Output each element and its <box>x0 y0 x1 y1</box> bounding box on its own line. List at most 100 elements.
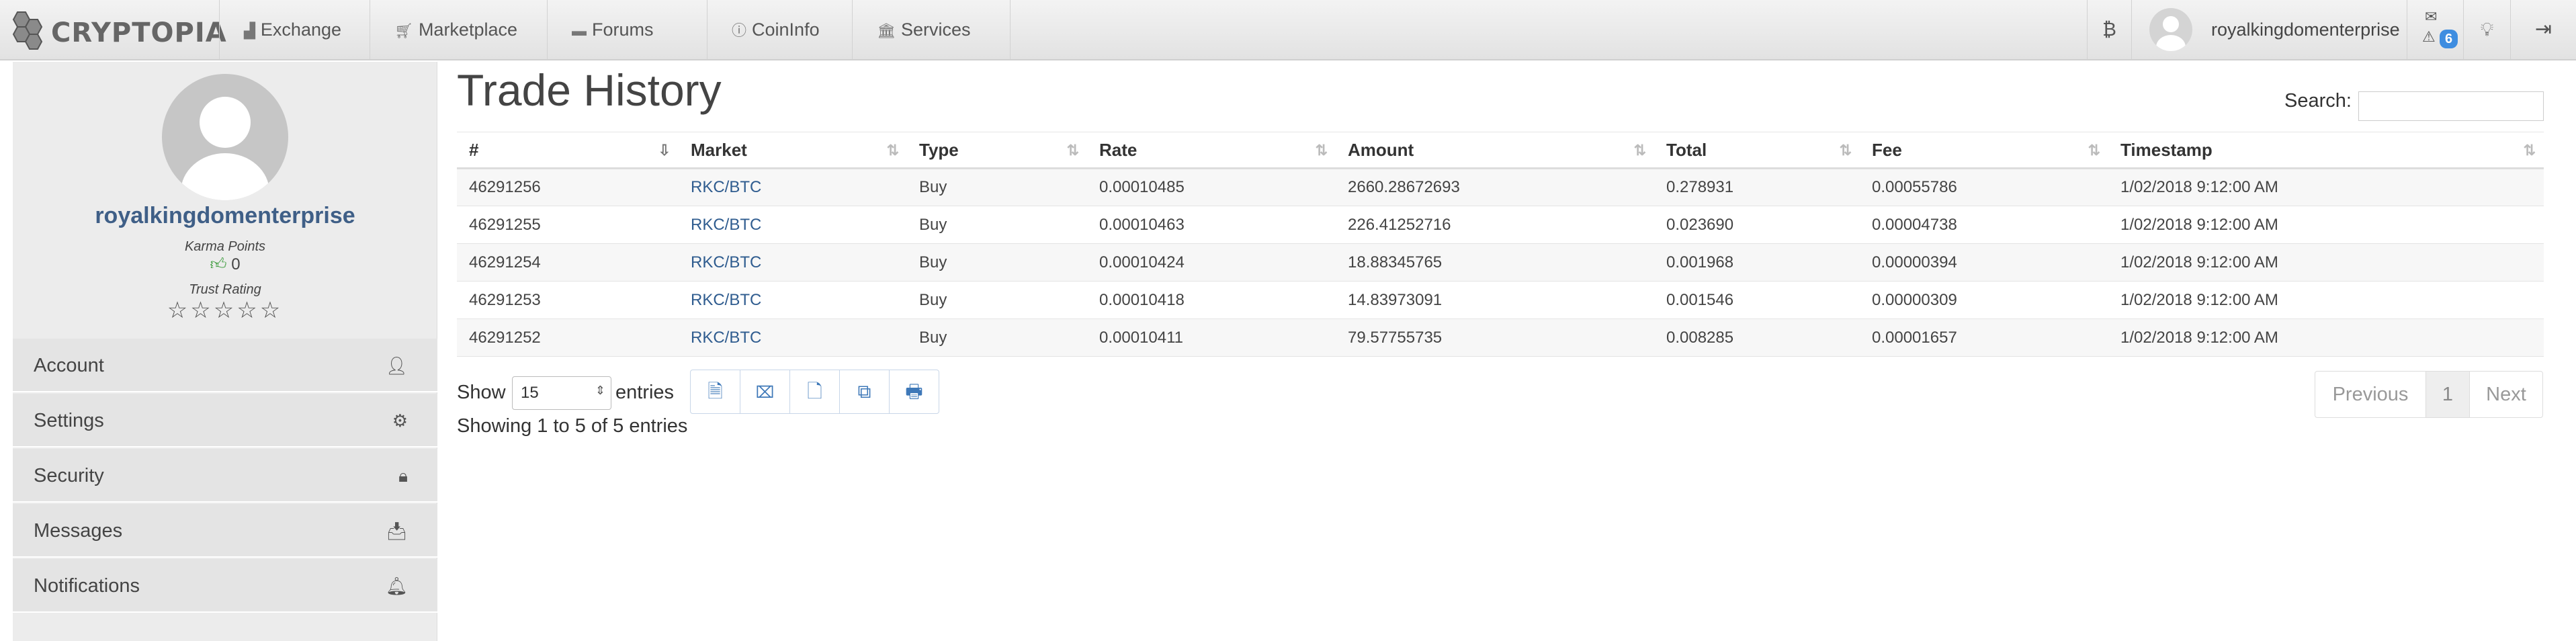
copy-button[interactable]: ⧉ <box>839 370 890 414</box>
cryptopia-logo[interactable]: CRYPTOPIA <box>4 7 226 54</box>
cell-timestamp: 1/02/2018 9:12:00 AM <box>2108 168 2544 206</box>
show-label: Show <box>457 382 506 403</box>
page-size-value: 15 <box>521 384 539 402</box>
cart-icon: 🛒︎ <box>394 22 413 39</box>
cell-amount: 14.83973091 <box>1336 281 1654 319</box>
cell-type: Buy <box>907 206 1087 244</box>
cell-fee: 0.00004738 <box>1860 206 2108 244</box>
cell-rate: 0.00010424 <box>1087 243 1336 282</box>
cell-id: 46291253 <box>457 281 679 319</box>
sort-icon: ⇅ <box>2523 142 2536 159</box>
page-1-button[interactable]: 1 <box>2425 371 2470 418</box>
cell-timestamp: 1/02/2018 9:12:00 AM <box>2108 318 2544 357</box>
cell-market-link[interactable]: RKC/BTC <box>679 168 907 206</box>
column-header-type[interactable]: Type ⇅ <box>907 132 1087 169</box>
cell-rate: 0.00010463 <box>1087 206 1336 244</box>
cell-market-link[interactable]: RKC/BTC <box>679 318 907 357</box>
nav-forums[interactable]: ▬ Forums <box>547 0 707 59</box>
table-row: 46291253 RKC/BTC Buy 0.00010418 14.83973… <box>457 281 2544 319</box>
sidebar-item-account[interactable]: Account 👤︎ <box>13 339 437 392</box>
nav-coininfo-label: CoinInfo <box>752 19 820 40</box>
previous-page-button[interactable]: Previous <box>2315 371 2426 418</box>
export-excel-button[interactable]: ⌧ <box>740 370 790 414</box>
nav-services[interactable]: 🏛︎ Services <box>852 0 1011 59</box>
thumbs-up-icon: 👍︎ <box>210 255 227 273</box>
profile-avatar <box>162 74 288 200</box>
default-avatar-icon <box>181 97 269 200</box>
table-row: 46291256 RKC/BTC Buy 0.00010485 2660.286… <box>457 168 2544 206</box>
cell-fee: 0.00001657 <box>1860 318 2108 357</box>
user-menu[interactable]: royalkingdomenterprise <box>2131 0 2407 59</box>
cell-total: 0.001968 <box>1654 243 1860 282</box>
sidebar-item-label: Messages <box>34 520 123 542</box>
envelope-icon: ✉ <box>2425 8 2438 25</box>
nav-forums-label: Forums <box>592 19 654 40</box>
entries-label: entries <box>615 382 675 403</box>
notifications-menu[interactable]: ✉ ⚠ 6 <box>2407 0 2463 59</box>
nav-exchange-label: Exchange <box>260 19 342 40</box>
column-header-total[interactable]: Total ⇅ <box>1654 132 1860 169</box>
cell-type: Buy <box>907 243 1087 282</box>
print-button[interactable]: 🖶︎ <box>889 370 939 414</box>
lightbulb-icon[interactable]: 💡︎ <box>2463 0 2510 59</box>
nav-services-label: Services <box>900 19 971 40</box>
cell-total: 0.278931 <box>1654 168 1860 206</box>
nav-username: royalkingdomenterprise <box>2211 19 2400 40</box>
updown-caret-icon: ⇕ <box>595 384 605 397</box>
print-icon: 🖶︎ <box>905 381 923 402</box>
profile-username[interactable]: royalkingdomenterprise <box>13 203 437 229</box>
column-header-amount[interactable]: Amount ⇅ <box>1336 132 1654 169</box>
sort-icon: ⇅ <box>886 142 899 159</box>
cell-market-link[interactable]: RKC/BTC <box>679 206 907 244</box>
sort-icon: ⇅ <box>2088 142 2100 159</box>
profile-sidebar: royalkingdomenterprise Karma Points 👍︎ 0… <box>13 62 437 641</box>
cell-amount: 18.88345765 <box>1336 243 1654 282</box>
nav-marketplace[interactable]: 🛒︎ Marketplace <box>370 0 547 59</box>
export-csv-button[interactable]: 🗎︎ <box>690 370 740 414</box>
sidebar-item-messages[interactable]: Messages 📥︎ <box>13 504 437 558</box>
page-size-select[interactable]: 15 ⇕ <box>512 376 611 410</box>
trust-label: Trust Rating <box>189 282 261 297</box>
column-label: # <box>469 139 479 160</box>
default-avatar-icon <box>2156 16 2186 51</box>
search-label: Search: <box>2284 90 2352 112</box>
column-header-timestamp[interactable]: Timestamp ⇅ <box>2108 132 2544 169</box>
excel-icon: ⌧ <box>755 384 775 402</box>
cell-id: 46291255 <box>457 206 679 244</box>
export-pdf-button[interactable]: 🗋︎ <box>789 370 840 414</box>
sort-desc-icon: ⇩ <box>658 142 671 159</box>
cell-market-link[interactable]: RKC/BTC <box>679 281 907 319</box>
table-info: Showing 1 to 5 of 5 entries <box>457 415 688 437</box>
cell-market-link[interactable]: RKC/BTC <box>679 243 907 282</box>
sidebar-item-security[interactable]: Security 🔒︎ <box>13 449 437 503</box>
column-header-fee[interactable]: Fee ⇅ <box>1860 132 2108 169</box>
cell-timestamp: 1/02/2018 9:12:00 AM <box>2108 243 2544 282</box>
page-title: Trade History <box>457 65 722 115</box>
bitcoin-icon[interactable]: ₿ <box>2087 0 2131 59</box>
cell-total: 0.008285 <box>1654 318 1860 357</box>
cell-type: Buy <box>907 168 1087 206</box>
column-header-rate[interactable]: Rate ⇅ <box>1087 132 1336 169</box>
logout-icon[interactable]: ⇥ <box>2510 0 2576 59</box>
sidebar-item-notifications[interactable]: Notifications 🔔︎ <box>13 559 437 613</box>
cell-fee: 0.00055786 <box>1860 168 2108 206</box>
cell-total: 0.023690 <box>1654 206 1860 244</box>
cell-timestamp: 1/02/2018 9:12:00 AM <box>2108 206 2544 244</box>
sort-icon: ⇅ <box>1315 142 1328 159</box>
cell-id: 46291252 <box>457 318 679 357</box>
cell-rate: 0.00010485 <box>1087 168 1336 206</box>
chart-icon: ▟ <box>244 22 255 39</box>
nav-exchange[interactable]: ▟ Exchange <box>219 0 370 59</box>
column-label: Fee <box>1872 139 1902 160</box>
top-navbar: CRYPTOPIA ▟ Exchange 🛒︎ Marketplace ▬ Forum… <box>0 0 2576 60</box>
cell-rate: 0.00010411 <box>1087 318 1336 357</box>
nav-coininfo[interactable]: ⓘ CoinInfo <box>707 0 852 59</box>
pdf-icon: 🗋︎ <box>807 381 822 402</box>
search-input[interactable] <box>2358 91 2544 121</box>
column-header-market[interactable]: Market ⇅ <box>679 132 907 169</box>
column-header-id[interactable]: # ⇩ <box>457 132 679 169</box>
avatar <box>2149 8 2192 51</box>
next-page-button[interactable]: Next <box>2469 371 2543 418</box>
sidebar-item-settings[interactable]: Settings ⚙ <box>13 394 437 447</box>
info-icon: ⓘ <box>732 22 747 39</box>
